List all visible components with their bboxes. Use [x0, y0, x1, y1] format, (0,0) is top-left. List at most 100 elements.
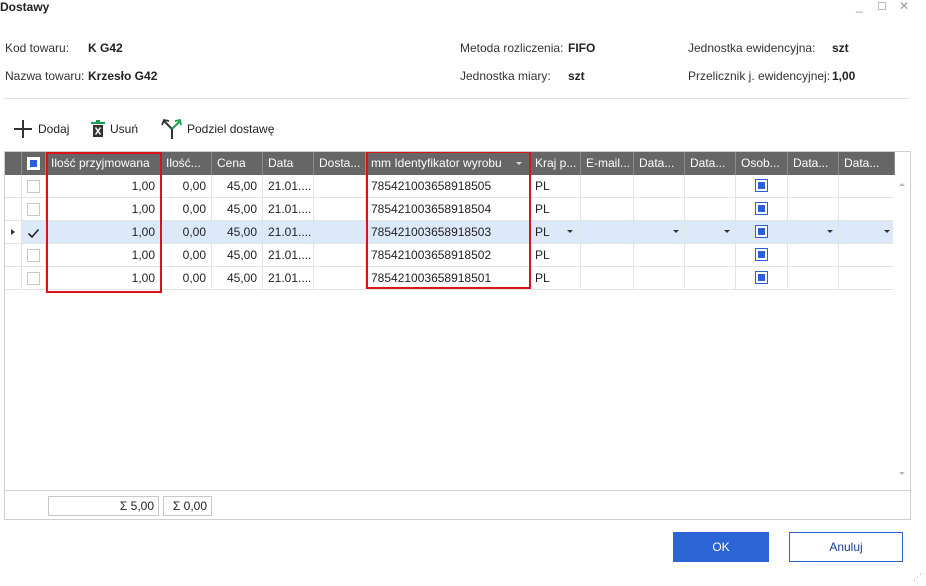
select-all-checkbox[interactable]: [27, 157, 40, 170]
delete-button[interactable]: Usuń: [90, 118, 138, 140]
row-select-cell[interactable]: [22, 198, 46, 221]
osoba-checkbox[interactable]: [755, 248, 768, 261]
cell-ilosc[interactable]: 0,00: [161, 267, 212, 290]
cell-data-4[interactable]: [788, 175, 839, 198]
scroll-up-icon[interactable]: [899, 183, 905, 186]
close-icon[interactable]: ✕: [899, 0, 909, 13]
minimize-icon[interactable]: _: [856, 0, 863, 13]
cell-email[interactable]: [581, 244, 634, 267]
cell-ilosc-przyjmowana[interactable]: 1,00: [46, 175, 161, 198]
cell-data-5[interactable]: [839, 198, 895, 221]
cell-identyfikator[interactable]: 785421003658918501: [366, 267, 530, 290]
cell-identyfikator[interactable]: 785421003658918503: [366, 221, 530, 244]
col-kraj[interactable]: Kraj p...: [530, 152, 581, 175]
row-select-cell[interactable]: [22, 244, 46, 267]
resize-grip-icon[interactable]: ⋰: [913, 572, 922, 583]
cell-ilosc[interactable]: 0,00: [161, 244, 212, 267]
add-button[interactable]: Dodaj: [12, 118, 69, 140]
cell-ilosc-przyjmowana[interactable]: 1,00: [46, 267, 161, 290]
osoba-checkbox[interactable]: [755, 202, 768, 215]
select-all-header[interactable]: [22, 152, 46, 175]
scroll-down-icon[interactable]: [899, 472, 905, 475]
table-row[interactable]: 1,00 0,00 45,00 21.01.... 78542100365891…: [5, 175, 895, 198]
dropdown-arrow-icon[interactable]: [673, 230, 679, 233]
row-select-cell[interactable]: [22, 267, 46, 290]
row-checkbox-checked[interactable]: [27, 225, 40, 243]
cell-data-4[interactable]: [788, 221, 839, 244]
cell-cena[interactable]: 45,00: [212, 175, 263, 198]
row-checkbox[interactable]: [27, 249, 40, 262]
cell-data[interactable]: 21.01....: [263, 221, 314, 244]
cell-dostawa[interactable]: [314, 244, 366, 267]
cell-ilosc-przyjmowana[interactable]: 1,00: [46, 198, 161, 221]
osoba-checkbox[interactable]: [755, 271, 768, 284]
cell-data-3[interactable]: [685, 267, 736, 290]
cell-data-4[interactable]: [788, 198, 839, 221]
row-checkbox[interactable]: [27, 203, 40, 216]
cell-data-4[interactable]: [788, 244, 839, 267]
table-row[interactable]: 1,00 0,00 45,00 21.01.... 78542100365891…: [5, 267, 895, 290]
cell-osoba[interactable]: [736, 244, 788, 267]
cell-data[interactable]: 21.01....: [263, 244, 314, 267]
cell-data[interactable]: 21.01....: [263, 267, 314, 290]
cell-data-5[interactable]: [839, 267, 895, 290]
col-data-5[interactable]: Data...: [839, 152, 895, 175]
cell-kraj[interactable]: PL: [530, 221, 581, 244]
cell-email[interactable]: [581, 198, 634, 221]
cell-dostawa[interactable]: [314, 175, 366, 198]
cell-osoba[interactable]: [736, 221, 788, 244]
cell-data-5[interactable]: [839, 244, 895, 267]
cell-data-2[interactable]: [634, 267, 685, 290]
cell-cena[interactable]: 45,00: [212, 244, 263, 267]
cell-osoba[interactable]: [736, 267, 788, 290]
col-email[interactable]: E-mail...: [581, 152, 634, 175]
row-select-cell[interactable]: [22, 175, 46, 198]
cell-ilosc[interactable]: 0,00: [161, 175, 212, 198]
cell-data-3[interactable]: [685, 244, 736, 267]
cell-kraj[interactable]: PL: [530, 244, 581, 267]
cancel-button[interactable]: Anuluj: [789, 532, 903, 562]
row-checkbox[interactable]: [27, 272, 40, 285]
cell-data-2[interactable]: [634, 175, 685, 198]
cell-kraj[interactable]: PL: [530, 198, 581, 221]
col-data[interactable]: Data: [263, 152, 314, 175]
vertical-scrollbar[interactable]: [893, 175, 910, 483]
osoba-checkbox[interactable]: [755, 179, 768, 192]
col-data-2[interactable]: Data...: [634, 152, 685, 175]
cell-data-4[interactable]: [788, 267, 839, 290]
row-select-cell[interactable]: [22, 221, 46, 244]
cell-osoba[interactable]: [736, 198, 788, 221]
cell-email[interactable]: [581, 175, 634, 198]
cell-dostawa[interactable]: [314, 267, 366, 290]
cell-ilosc-przyjmowana[interactable]: 1,00: [46, 221, 161, 244]
col-ilosc[interactable]: Ilość...: [161, 152, 212, 175]
cell-kraj[interactable]: PL: [530, 267, 581, 290]
split-delivery-button[interactable]: Podziel dostawę: [161, 118, 274, 140]
dropdown-arrow-icon[interactable]: [724, 230, 730, 233]
cell-data-2[interactable]: [634, 221, 685, 244]
cell-dostawa[interactable]: [314, 198, 366, 221]
col-cena[interactable]: Cena: [212, 152, 263, 175]
cell-identyfikator[interactable]: 785421003658918504: [366, 198, 530, 221]
col-osoba[interactable]: Osob...: [736, 152, 788, 175]
maximize-icon[interactable]: ☐: [877, 0, 887, 14]
cell-dostawa[interactable]: [314, 221, 366, 244]
cell-cena[interactable]: 45,00: [212, 221, 263, 244]
table-row[interactable]: 1,00 0,00 45,00 21.01.... 78542100365891…: [5, 198, 895, 221]
cell-identyfikator[interactable]: 785421003658918502: [366, 244, 530, 267]
cell-ilosc-przyjmowana[interactable]: 1,00: [46, 244, 161, 267]
cell-data-3[interactable]: [685, 198, 736, 221]
cell-data-5[interactable]: [839, 175, 895, 198]
dropdown-arrow-icon[interactable]: [567, 230, 573, 233]
cell-data-5[interactable]: [839, 221, 895, 244]
row-checkbox[interactable]: [27, 180, 40, 193]
ok-button[interactable]: OK: [673, 532, 769, 562]
cell-email[interactable]: [581, 221, 634, 244]
cell-email[interactable]: [581, 267, 634, 290]
cell-data-2[interactable]: [634, 244, 685, 267]
cell-cena[interactable]: 45,00: [212, 267, 263, 290]
table-row-selected[interactable]: 1,00 0,00 45,00 21.01.... 78542100365891…: [5, 221, 895, 244]
osoba-checkbox[interactable]: [755, 225, 768, 238]
table-row[interactable]: 1,00 0,00 45,00 21.01.... 78542100365891…: [5, 244, 895, 267]
cell-kraj[interactable]: PL: [530, 175, 581, 198]
